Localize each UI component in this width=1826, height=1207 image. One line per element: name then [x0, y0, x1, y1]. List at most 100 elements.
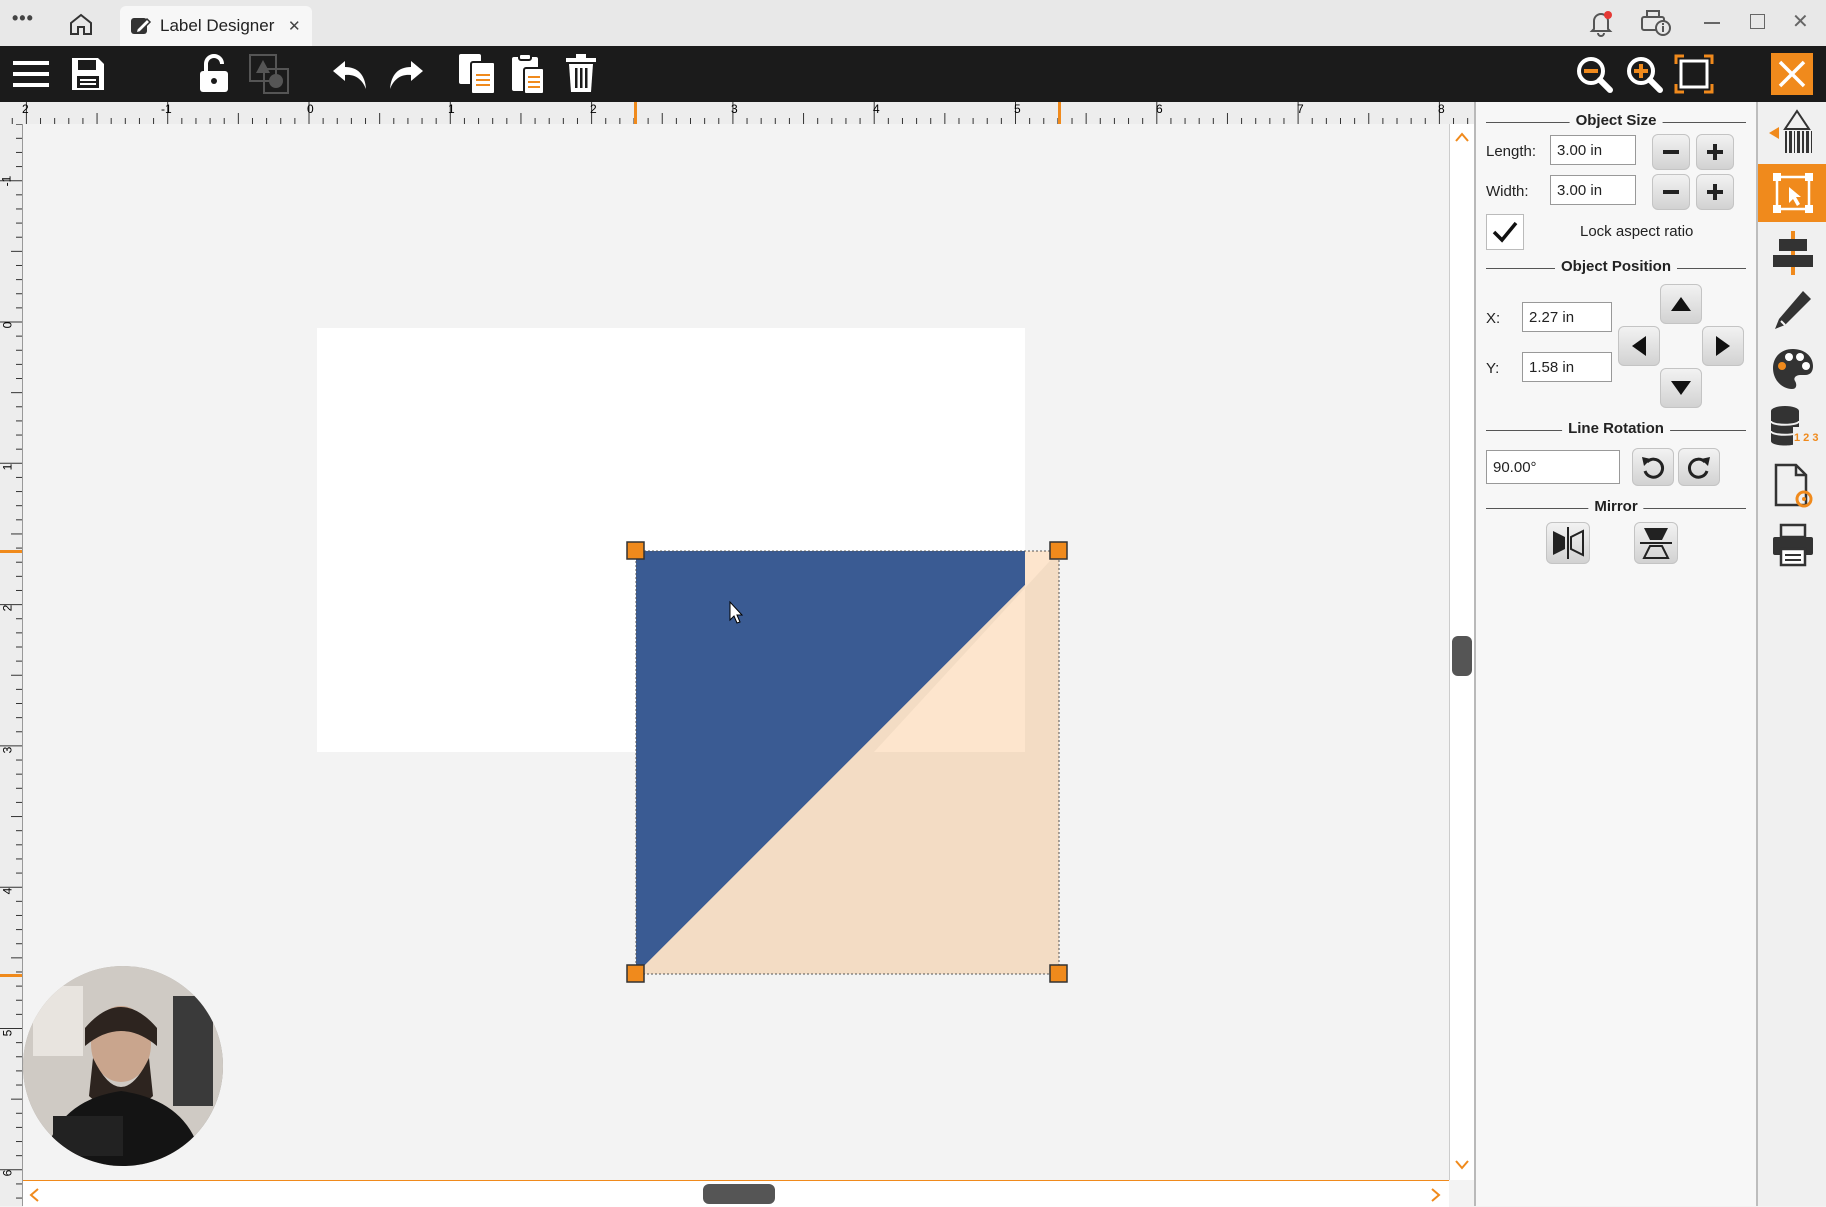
arrow-down-icon [1671, 381, 1691, 395]
scroll-right-icon[interactable] [1431, 1188, 1441, 1202]
close-designer-icon[interactable] [1768, 46, 1816, 102]
sidebar-item-page-settings[interactable] [1758, 458, 1826, 516]
arrow-right-icon [1716, 336, 1730, 356]
minimize-icon[interactable] [1704, 22, 1720, 24]
resize-handle-top-left[interactable] [626, 541, 645, 560]
tab-title: Label Designer [160, 16, 275, 35]
line-rotation-header: Line Rotation [1486, 420, 1746, 440]
ruler-label: 6 [0, 1169, 15, 1177]
scroll-down-icon[interactable] [1455, 1160, 1469, 1170]
length-increase-button[interactable] [1696, 134, 1734, 170]
tools-sidebar: 1 2 3 [1756, 102, 1826, 1206]
ruler-label: 0 [0, 321, 15, 329]
rotation-input[interactable]: 90.00° [1486, 450, 1620, 484]
ruler-label: 4 [873, 102, 880, 116]
length-input[interactable]: 3.00 in [1550, 135, 1636, 165]
redo-icon[interactable] [384, 46, 426, 102]
sidebar-item-align[interactable] [1758, 224, 1826, 282]
mirror-horizontal-button[interactable] [1546, 522, 1590, 564]
plus-icon [1707, 184, 1723, 200]
scroll-left-icon[interactable] [29, 1188, 39, 1202]
tab-close-icon[interactable]: ✕ [288, 17, 301, 35]
print-icon [1773, 523, 1813, 567]
home-icon[interactable] [68, 12, 94, 36]
ruler-label: 2 [22, 102, 29, 116]
webcam-overlay [23, 966, 223, 1166]
title-bar: ••• Label Designer ✕ ✕ [0, 0, 1826, 46]
vertical-ruler: -1 0 1 2 3 4 5 6 [0, 124, 23, 1206]
main-toolbar [0, 46, 1826, 102]
unlock-icon[interactable] [194, 46, 234, 102]
fit-to-page-icon[interactable] [1672, 46, 1716, 102]
paste-icon[interactable] [508, 46, 548, 102]
ruler-label: 8 [1438, 102, 1445, 116]
edit-document-icon [130, 16, 152, 36]
vertical-scrollbar[interactable] [1449, 124, 1475, 1180]
move-up-button[interactable] [1660, 284, 1702, 324]
mirror-horizontal-icon [1553, 527, 1584, 559]
rotate-right-icon [1687, 457, 1710, 479]
ruler-label: 2 [0, 604, 15, 612]
database-icon: 1 2 3 [1770, 406, 1818, 446]
minus-icon [1663, 150, 1679, 154]
y-position-input[interactable]: 1.58 in [1522, 352, 1612, 382]
arrow-left-icon [1632, 336, 1646, 356]
menu-icon[interactable] [8, 46, 54, 102]
printer-info-icon[interactable] [1638, 8, 1672, 38]
properties-panel: Object Size Length: 3.00 in Width: 3.00 … [1474, 102, 1756, 1206]
plus-icon [1707, 144, 1723, 160]
sidebar-item-database[interactable]: 1 2 3 [1758, 398, 1826, 456]
maximize-icon[interactable] [1750, 14, 1765, 29]
sidebar-item-barcode[interactable] [1758, 104, 1826, 162]
width-decrease-button[interactable] [1652, 174, 1690, 210]
resize-handle-bottom-right[interactable] [1049, 964, 1068, 983]
horizontal-scrollbar[interactable] [23, 1180, 1449, 1207]
lock-aspect-label: Lock aspect ratio [1580, 223, 1694, 240]
length-label: Length: [1486, 143, 1537, 160]
resize-handle-bottom-left[interactable] [626, 964, 645, 983]
rotate-ccw-button[interactable] [1632, 448, 1674, 486]
window-close-icon[interactable]: ✕ [1792, 9, 1809, 34]
horizontal-scroll-thumb[interactable] [703, 1184, 775, 1204]
resize-handle-top-right[interactable] [1049, 541, 1068, 560]
ruler-label: 6 [1156, 102, 1163, 116]
move-right-button[interactable] [1702, 326, 1744, 366]
lock-aspect-checkbox[interactable] [1486, 214, 1524, 250]
sidebar-item-colors[interactable] [1758, 340, 1826, 398]
zoom-in-icon[interactable] [1622, 46, 1666, 102]
length-decrease-button[interactable] [1652, 134, 1690, 170]
delete-icon[interactable] [562, 46, 600, 102]
save-icon[interactable] [68, 46, 108, 102]
move-down-button[interactable] [1660, 368, 1702, 408]
ruler-label: 1 [0, 463, 15, 471]
width-input[interactable]: 3.00 in [1550, 175, 1636, 205]
rotate-cw-button[interactable] [1678, 448, 1720, 486]
mirror-vertical-button[interactable] [1634, 522, 1678, 564]
copy-icon[interactable] [456, 46, 500, 102]
tab-label-designer[interactable]: Label Designer ✕ [120, 6, 312, 46]
zoom-out-icon[interactable] [1572, 46, 1616, 102]
sidebar-item-print[interactable] [1758, 516, 1826, 574]
vertical-scroll-thumb[interactable] [1452, 636, 1472, 676]
design-canvas[interactable] [23, 124, 1449, 1180]
x-position-input[interactable]: 2.27 in [1522, 302, 1612, 332]
sidebar-item-draw[interactable] [1758, 282, 1826, 340]
arrow-up-icon [1671, 297, 1691, 311]
ruler-label: -1 [161, 102, 172, 116]
mirror-vertical-icon [1640, 528, 1672, 559]
barcode-icon [1769, 109, 1812, 153]
object-position-header: Object Position [1486, 258, 1746, 278]
move-left-button[interactable] [1618, 326, 1660, 366]
x-label: X: [1486, 310, 1501, 327]
width-increase-button[interactable] [1696, 174, 1734, 210]
y-label: Y: [1486, 360, 1500, 377]
sidebar-item-select[interactable] [1758, 164, 1826, 222]
undo-icon[interactable] [330, 46, 372, 102]
page-settings-icon [1774, 463, 1813, 508]
more-menu-icon[interactable]: ••• [12, 8, 34, 29]
notification-bell-icon[interactable] [1586, 8, 1616, 38]
ruler-label: 0 [307, 102, 314, 116]
object-size-title: Object Size [1569, 112, 1663, 129]
scroll-up-icon[interactable] [1455, 132, 1469, 142]
ruler-label: 5 [1014, 102, 1021, 116]
